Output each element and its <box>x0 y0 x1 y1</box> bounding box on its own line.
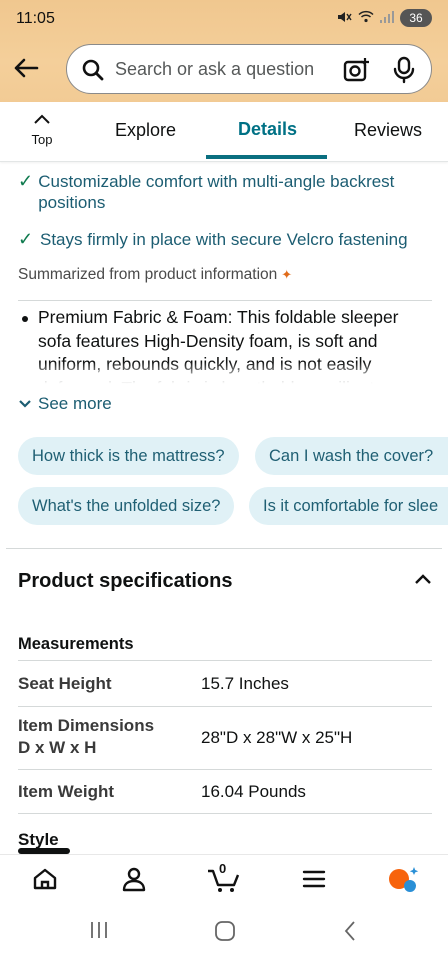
collapse-chevron-icon[interactable] <box>414 572 432 590</box>
divider <box>18 706 432 707</box>
spec-label: Item Dimensions D x W x H <box>18 716 155 757</box>
specs-title: Product specifications <box>18 570 233 592</box>
rufus-assistant-icon[interactable] <box>387 865 421 893</box>
divider <box>18 660 432 661</box>
tab-top-label: Top <box>31 132 53 147</box>
active-tab-indicator <box>206 155 327 159</box>
microphone-icon[interactable] <box>393 56 415 89</box>
tab-bar: Top Explore Details Reviews <box>0 102 448 162</box>
sparkle-icon: ✦ <box>281 267 293 282</box>
wifi-icon <box>358 10 374 26</box>
highlight-text: Stays firmly in place with secure Velcro… <box>40 230 408 249</box>
section-divider <box>6 548 442 549</box>
style-section-title: Style <box>18 830 59 849</box>
cart-icon[interactable]: 0 <box>207 861 241 893</box>
see-more-button[interactable]: See more <box>18 394 112 414</box>
highlight-item: ✓ Stays firmly in place with secure Velc… <box>18 229 428 250</box>
tab-details[interactable]: Details <box>238 119 297 140</box>
chevron-up-icon <box>34 114 50 124</box>
checkmark-icon: ✓ <box>18 229 34 249</box>
header: 11:05 36 Search or ask a question <box>0 0 448 102</box>
status-time: 11:05 <box>16 10 55 27</box>
bullet-dot <box>22 316 28 322</box>
summarized-label: Summarized from product information <box>18 266 278 283</box>
back-arrow-icon[interactable] <box>10 52 42 84</box>
specs-section-title: Measurements <box>18 635 134 653</box>
question-chip[interactable]: Is it comfortable for slee <box>249 487 448 525</box>
cart-count: 0 <box>219 861 227 876</box>
question-chip[interactable]: Can I wash the cover? <box>255 437 448 475</box>
spec-value: 15.7 Inches <box>201 674 289 693</box>
battery-icon: 36 <box>400 9 432 27</box>
checkmark-icon: ✓ <box>18 171 34 191</box>
tab-reviews[interactable]: Reviews <box>354 120 422 141</box>
home-button-icon[interactable] <box>214 920 236 947</box>
question-chip[interactable]: How thick is the mattress? <box>18 437 239 475</box>
search-placeholder: Search or ask a question <box>115 59 315 79</box>
account-icon[interactable] <box>120 865 148 893</box>
highlight-item: ✓ Customizable comfort with multi-angle … <box>18 171 428 213</box>
divider <box>18 300 432 301</box>
see-more-label: See more <box>38 394 112 413</box>
home-icon[interactable] <box>31 865 59 893</box>
recent-apps-icon[interactable] <box>88 920 110 945</box>
system-nav-bar <box>0 902 448 960</box>
summarized-note: Summarized from product information ✦ <box>18 266 292 284</box>
status-icons: 36 <box>336 9 432 27</box>
spec-value: 28"D x 28"W x 25"H <box>201 728 353 747</box>
mute-icon <box>336 10 352 27</box>
divider <box>18 813 432 814</box>
divider <box>18 769 432 770</box>
spec-label: Seat Height <box>18 674 112 693</box>
spec-label: Item Weight <box>18 782 115 801</box>
search-row: Search or ask a question <box>0 40 448 96</box>
menu-icon[interactable] <box>300 865 328 893</box>
camera-icon[interactable] <box>343 57 371 88</box>
spec-value: 16.04 Pounds <box>201 782 306 801</box>
signal-icon <box>380 10 394 26</box>
question-chip[interactable]: What's the unfolded size? <box>18 487 235 525</box>
chevron-down-icon <box>19 400 31 408</box>
tab-explore[interactable]: Explore <box>115 120 176 141</box>
system-back-icon[interactable] <box>342 920 358 947</box>
bottom-nav: 0 <box>0 854 448 902</box>
highlight-text: Customizable comfort with multi-angle ba… <box>38 172 395 212</box>
text-fade <box>22 362 432 386</box>
tab-top[interactable]: Top <box>18 112 66 147</box>
product-description: Premium Fabric & Foam: This foldable sle… <box>22 306 432 386</box>
status-bar: 11:05 36 <box>0 0 448 38</box>
search-input[interactable]: Search or ask a question <box>66 44 432 94</box>
search-icon <box>81 58 105 87</box>
